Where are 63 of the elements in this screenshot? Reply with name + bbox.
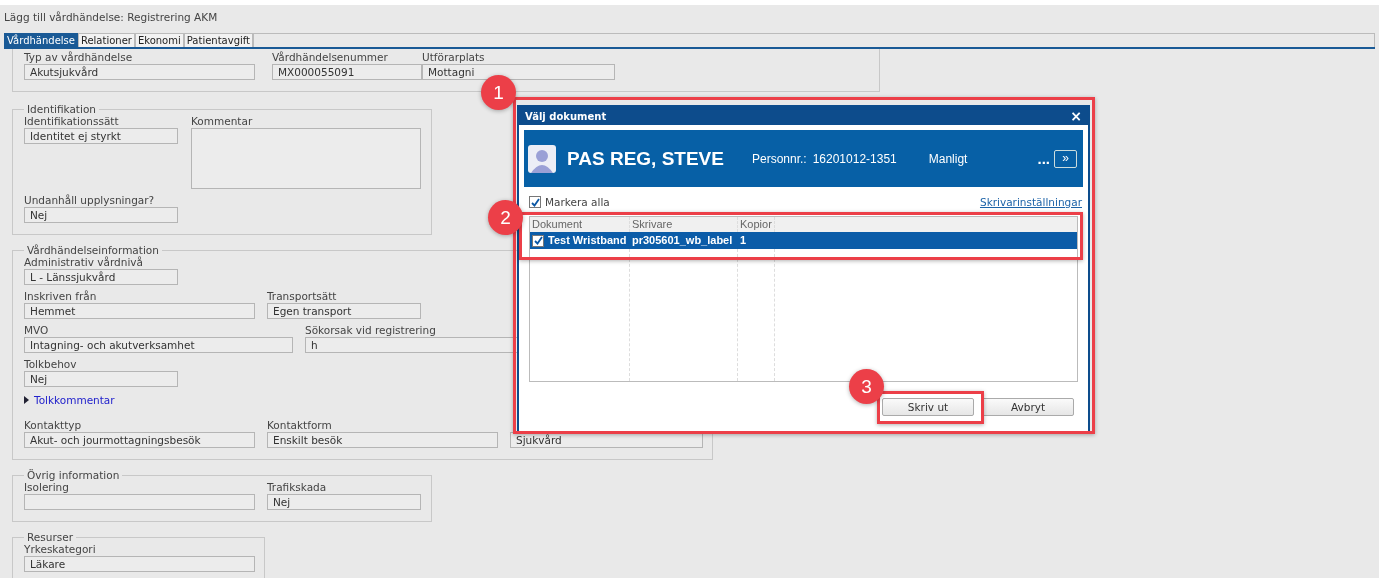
table-cell-text: 1 xyxy=(740,233,747,248)
input-field[interactable]: Egen transport xyxy=(267,303,421,319)
table-cell-text: pr305601_wb_label xyxy=(632,233,733,248)
field-label: Typ av vårdhändelse xyxy=(24,51,134,64)
input-field[interactable]: Enskilt besök xyxy=(267,432,498,448)
comment-field[interactable] xyxy=(191,128,421,189)
input-field[interactable]: Mottagni xyxy=(422,64,615,80)
field-label: Transportsätt xyxy=(267,290,338,303)
input-field[interactable]: Nej xyxy=(267,494,421,510)
field-label: Kontaktform xyxy=(267,419,333,432)
field-label: Tolkbehov xyxy=(24,358,78,371)
input-field[interactable]: L - Länssjukvård xyxy=(24,269,178,285)
table-cell-text: Test Wristband xyxy=(548,233,627,248)
cancel-button[interactable]: Avbryt xyxy=(982,398,1074,416)
section-legend: Vårdhändelseinformation xyxy=(24,244,162,256)
section-legend: Resurser xyxy=(24,531,76,543)
field-label: Isolering xyxy=(24,481,70,494)
field-label: Inskriven från xyxy=(24,290,98,303)
field-label: Administrativ vårdnivå xyxy=(24,256,144,269)
field-label: Utförarplats xyxy=(422,51,486,64)
avatar-icon xyxy=(528,144,556,173)
tab[interactable]: Relationer xyxy=(77,33,135,47)
table-row[interactable]: Test Wristband pr305601_wb_label 1 xyxy=(530,232,1077,249)
field-label: Identifikationssätt xyxy=(24,115,120,128)
personnr-label: Personnr.: xyxy=(751,151,807,166)
field-label: Vårdhändelsenummer xyxy=(272,51,389,64)
close-button[interactable]: × xyxy=(1070,109,1082,123)
section-legend: Övrig information xyxy=(24,469,123,481)
page-title: Lägg till vårdhändelse: Registrering AKM xyxy=(3,10,219,25)
field-label: Yrkeskategori xyxy=(24,543,97,556)
field-label: MVO xyxy=(24,324,50,337)
input-field[interactable]: Nej xyxy=(24,207,178,223)
input-field[interactable]: Intagning- och akutverksamhet xyxy=(24,337,293,353)
input-field[interactable]: Akut- och jourmottagningsbesök xyxy=(24,432,255,448)
input-field[interactable]: Nej xyxy=(24,371,178,387)
input-field[interactable]: Läkare xyxy=(24,556,255,572)
tab[interactable]: Ekonomi xyxy=(134,33,184,47)
tab[interactable]: Patientavgift xyxy=(183,33,254,47)
dialog-title: Välj dokument xyxy=(525,110,607,122)
caret-icon xyxy=(24,396,29,404)
field-label: Sökorsak vid registrering xyxy=(305,324,437,337)
field-label: Trafikskada xyxy=(267,481,328,494)
personnr-value: 16201012-1351 xyxy=(812,151,897,166)
checkbox[interactable] xyxy=(532,234,544,247)
expand-button[interactable]: » xyxy=(1054,149,1077,168)
input-field[interactable]: Identitet ej styrkt xyxy=(24,128,178,144)
input-field[interactable]: Akutsjukvård xyxy=(24,64,255,80)
printer-settings-link[interactable]: Skrivarinställningar xyxy=(979,196,1082,208)
field-label: Undanhåll upplysningar? xyxy=(24,194,156,207)
step-badge: 2 xyxy=(488,200,523,235)
section-legend: Identifikation xyxy=(24,103,99,115)
field-label: Kommentar xyxy=(191,115,254,128)
input-field[interactable]: Hemmet xyxy=(24,303,255,319)
checkbox[interactable] xyxy=(529,196,541,208)
field-label: Kontakttyp xyxy=(24,419,83,432)
print-button[interactable]: Skriv ut xyxy=(882,398,974,416)
checkbox-label: Markera alla xyxy=(545,196,611,208)
tab[interactable]: Vårdhändelse xyxy=(4,33,78,47)
input-field[interactable]: MX000055091 xyxy=(272,64,422,80)
more-button[interactable]: ... xyxy=(1037,150,1050,167)
input-field[interactable] xyxy=(24,494,255,510)
gender-text: Manligt xyxy=(928,151,969,166)
patient-name: PAS REG, STEVE xyxy=(567,147,724,170)
